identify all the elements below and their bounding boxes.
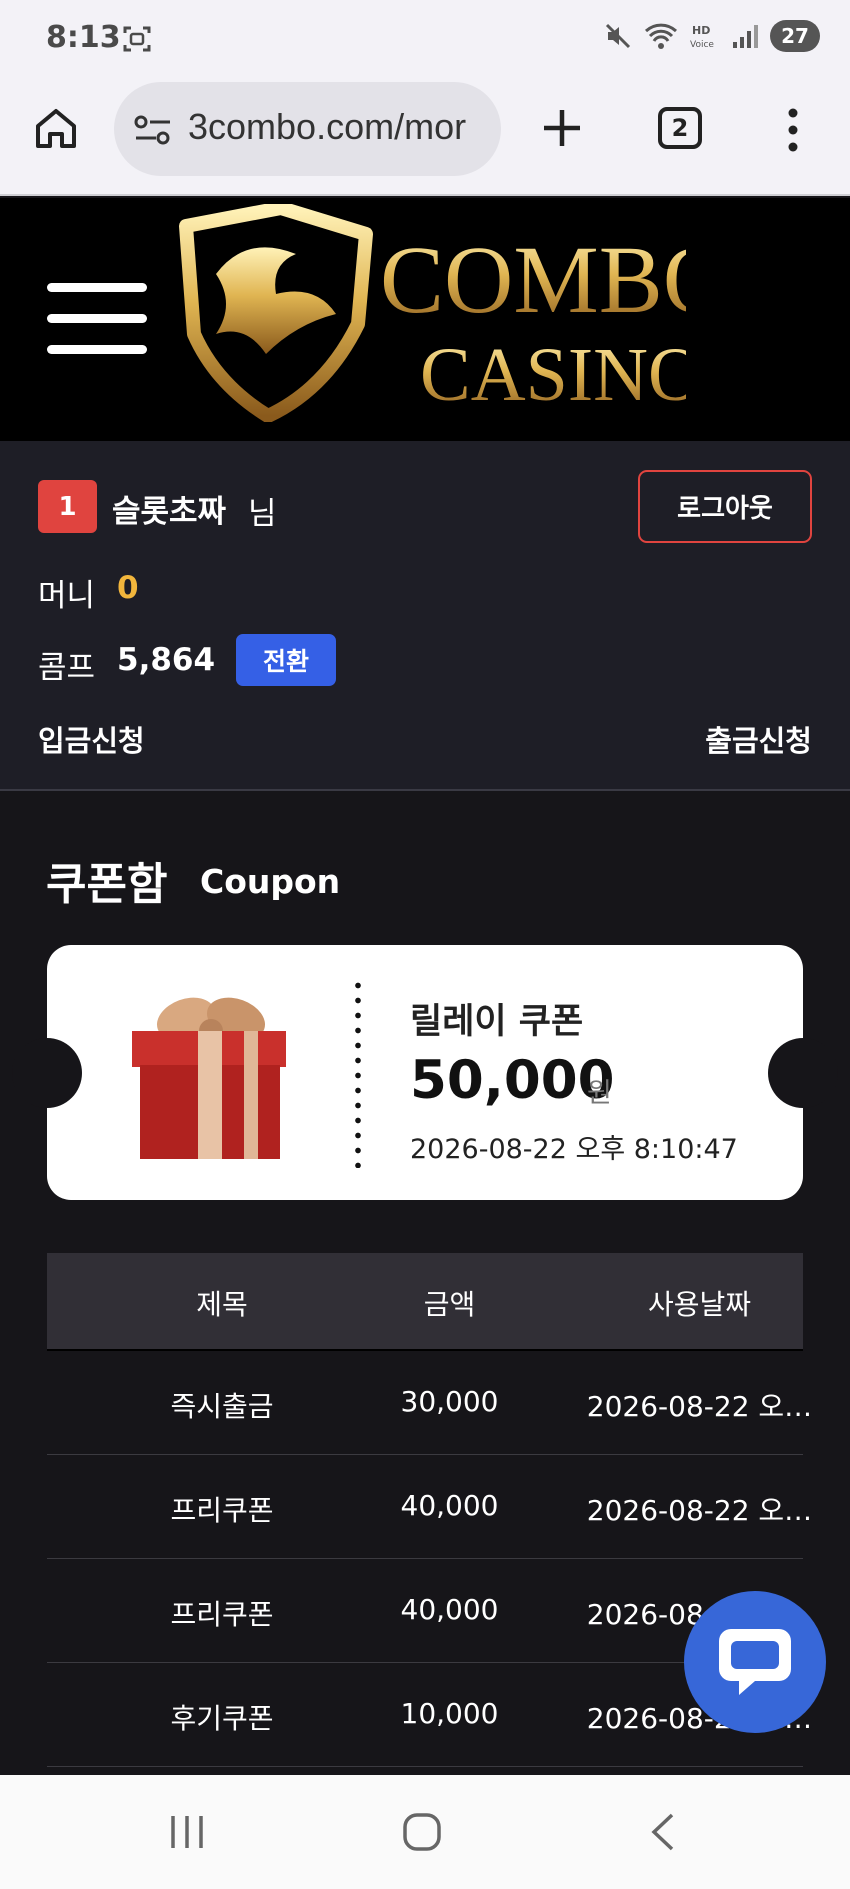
live-chat-button[interactable] <box>684 1591 826 1733</box>
coupon-name: 릴레이 쿠폰 <box>410 1002 584 1042</box>
address-bar[interactable]: 3combo.com/mor <box>114 82 501 176</box>
logout-button[interactable]: 로그아웃 <box>638 470 812 543</box>
tab-switcher-button[interactable]: 2 <box>658 107 702 149</box>
money-label: 머니 <box>38 578 96 614</box>
convert-button[interactable]: 전환 <box>236 634 336 686</box>
coupon-date: 2026-08-22 오후 8:10:47 <box>410 1134 738 1165</box>
back-icon[interactable] <box>648 1812 678 1852</box>
deposit-request-link[interactable]: 입금신청 <box>38 718 145 760</box>
coupon-dotted-divider <box>355 978 361 1168</box>
status-bar: 8:13 HD Voice 27 <box>0 0 850 78</box>
svg-text:Voice: Voice <box>690 40 714 50</box>
row-date: 2026-08-22 오… <box>586 1494 813 1527</box>
row-amount: 40,000 <box>400 1593 499 1626</box>
level-badge: 1 <box>38 480 97 533</box>
status-icons: HD Voice 27 <box>604 20 820 52</box>
mute-icon <box>605 23 631 49</box>
row-title: 프리쿠폰 <box>170 1598 274 1631</box>
recents-icon[interactable] <box>167 1812 207 1852</box>
coupon-notch-left <box>12 1038 82 1108</box>
combo-casino-logo[interactable]: COMBO CASINO <box>176 204 686 422</box>
row-title: 후기쿠폰 <box>170 1702 274 1735</box>
coupon-amount: 50,000 <box>410 1050 615 1111</box>
money-value: 0 <box>117 570 139 606</box>
system-navigation-bar <box>0 1775 850 1889</box>
row-title: 즉시출금 <box>170 1390 274 1423</box>
coupon-unit: 원 <box>587 1078 612 1109</box>
url-text: 3combo.com/mor <box>188 106 467 147</box>
nav-home-icon[interactable] <box>402 1812 442 1852</box>
gift-box-icon <box>132 997 286 1159</box>
section-title: 쿠폰함 <box>46 859 168 910</box>
hd-voice-icon: HD Voice <box>690 24 714 50</box>
browser-toolbar: 3combo.com/mor 2 <box>0 78 850 196</box>
row-amount: 10,000 <box>400 1697 499 1730</box>
section-subtitle: Coupon <box>200 862 341 901</box>
column-header-date: 사용날짜 <box>647 1288 752 1321</box>
home-icon[interactable] <box>34 106 78 150</box>
table-row: 프리쿠폰 40,000 2026-08-22 오… <box>47 1455 812 1559</box>
row-amount: 30,000 <box>400 1385 499 1418</box>
new-tab-icon[interactable] <box>540 106 584 150</box>
wifi-icon <box>644 23 678 49</box>
svg-text:HD: HD <box>692 24 710 37</box>
hamburger-menu-icon[interactable] <box>47 283 147 355</box>
battery-indicator: 27 <box>770 20 820 52</box>
coupon-notch-right <box>768 1038 838 1108</box>
withdraw-request-link[interactable]: 출금신청 <box>705 718 812 760</box>
more-menu-icon[interactable] <box>780 108 806 152</box>
comp-label: 콤프 <box>38 650 96 686</box>
table-row: 즉시출금 30,000 2026-08-22 오… <box>47 1351 812 1455</box>
status-time: 8:13 <box>46 20 121 55</box>
row-amount: 40,000 <box>400 1489 499 1522</box>
brand-line2: CASINO <box>420 333 686 417</box>
honorific: 님 <box>248 496 277 532</box>
chat-bubble-icon <box>719 1629 791 1695</box>
comp-value: 5,864 <box>117 642 216 678</box>
username: 슬롯초짜 <box>112 494 227 530</box>
column-header-title: 제목 <box>196 1288 248 1321</box>
signal-icon <box>733 25 758 48</box>
brand-line1: COMBO <box>380 226 686 333</box>
column-header-amount: 금액 <box>423 1288 476 1321</box>
screenshot-icon <box>123 26 151 52</box>
row-title: 프리쿠폰 <box>170 1494 274 1527</box>
row-date: 2026-08-22 오… <box>586 1390 813 1423</box>
site-settings-icon[interactable] <box>134 114 172 146</box>
